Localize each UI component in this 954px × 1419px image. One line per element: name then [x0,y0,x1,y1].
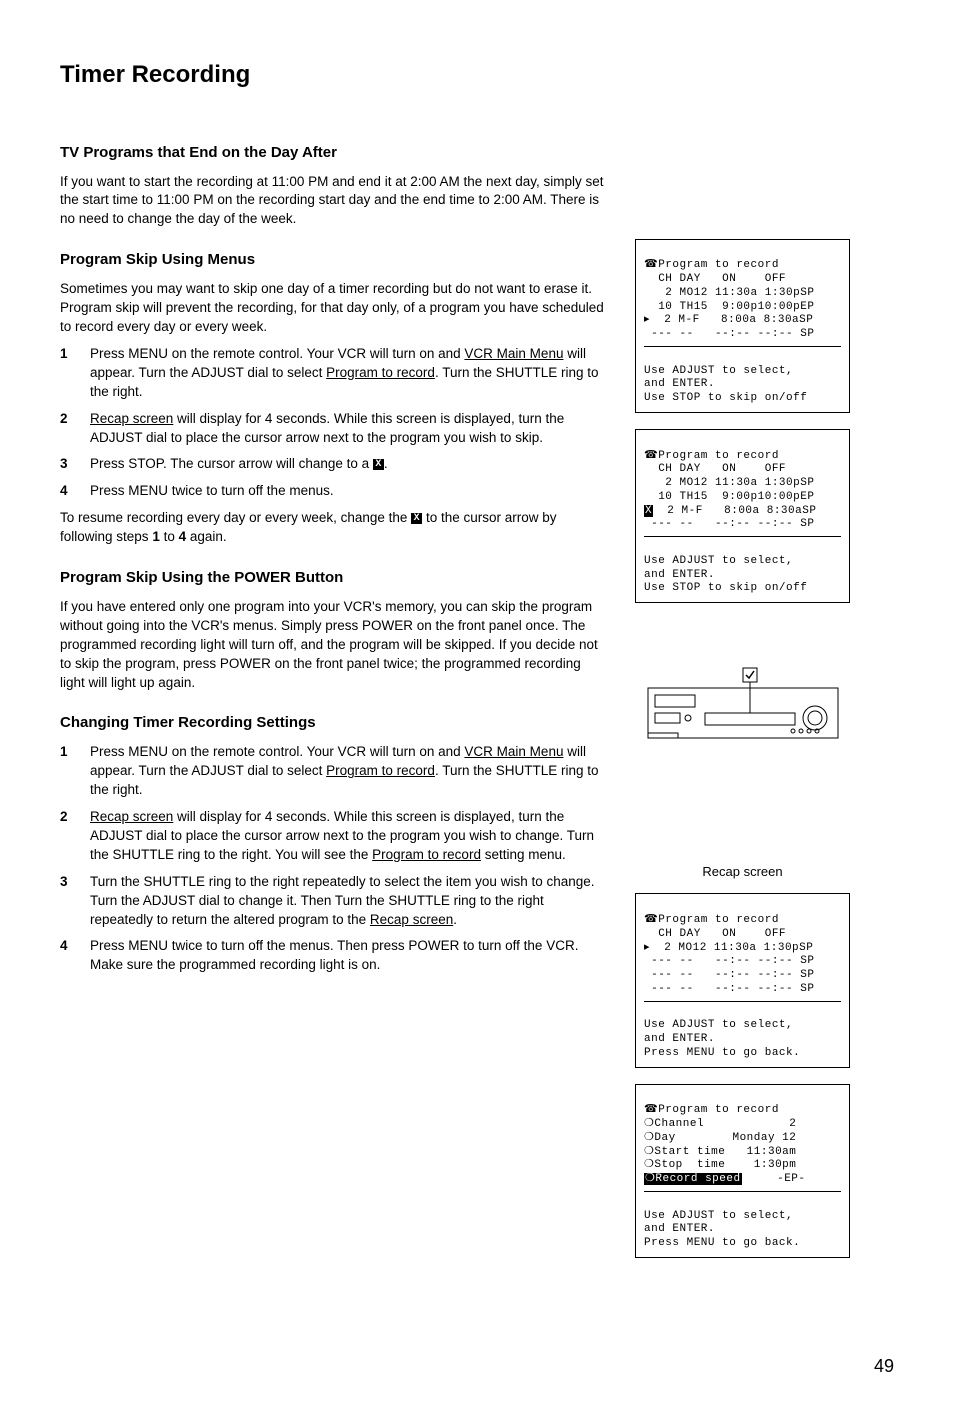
page-number: 49 [60,1354,894,1379]
list-item: 4 Press MENU twice to turn off the menus… [60,937,605,975]
step-text: Recap screen will display for 4 seconds.… [90,410,605,448]
heading-skip-power: Program Skip Using the POWER Button [60,567,605,588]
page-title: Timer Recording [60,58,894,92]
step-number: 3 [60,873,74,930]
step-text: Turn the SHUTTLE ring to the right repea… [90,873,605,930]
step-number: 4 [60,937,74,975]
list-item: 1 Press MENU on the remote control. Your… [60,345,605,402]
sidebar-column: ☎Program to record CH DAY ON OFF 2 MO12 … [635,122,850,1274]
paragraph-skip-intro: Sometimes you may want to skip one day o… [60,280,605,337]
step-number: 1 [60,345,74,402]
list-item: 3 Press STOP. The cursor arrow will chan… [60,455,605,474]
step-text: Press MENU twice to turn off the menus. … [90,937,605,975]
list-item: 1 Press MENU on the remote control. Your… [60,743,605,800]
step-text: Recap screen will display for 4 seconds.… [90,808,605,865]
recap-caption: Recap screen [635,863,850,881]
step-text: Press STOP. The cursor arrow will change… [90,455,605,474]
vcr-front-illustration [643,663,843,743]
list-item: 3 Turn the SHUTTLE ring to the right rep… [60,873,605,930]
step-number: 1 [60,743,74,800]
step-number: 3 [60,455,74,474]
heading-changing: Changing Timer Recording Settings [60,712,605,733]
step-number: 2 [60,808,74,865]
step-text: Press MENU on the remote control. Your V… [90,743,605,800]
paragraph-resume: To resume recording every day or every w… [60,509,605,547]
skip-menus-steps: 1 Press MENU on the remote control. Your… [60,345,605,501]
heading-day-after: TV Programs that End on the Day After [60,142,605,163]
paragraph-day-after: If you want to start the recording at 11… [60,173,605,230]
x-marker-icon: X [411,513,422,524]
list-item: 2 Recap screen will display for 4 second… [60,808,605,865]
osd-skip-after: ☎Program to record CH DAY ON OFF 2 MO12 … [635,429,850,603]
step-number: 2 [60,410,74,448]
osd-skip-before: ☎Program to record CH DAY ON OFF 2 MO12 … [635,239,850,413]
osd-recap: ☎Program to record CH DAY ON OFF ▸ 2 MO1… [635,893,850,1067]
changing-steps: 1 Press MENU on the remote control. Your… [60,743,605,975]
step-text: Press MENU on the remote control. Your V… [90,345,605,402]
x-marker-icon: X [644,505,653,517]
step-number: 4 [60,482,74,501]
heading-skip-menus: Program Skip Using Menus [60,249,605,270]
main-column: TV Programs that End on the Day After If… [60,122,605,1274]
paragraph-skip-power: If you have entered only one program int… [60,598,605,692]
list-item: 2 Recap screen will display for 4 second… [60,410,605,448]
step-text: Press MENU twice to turn off the menus. [90,482,605,501]
x-marker-icon: X [373,459,384,470]
list-item: 4 Press MENU twice to turn off the menus… [60,482,605,501]
osd-setting: ☎Program to record ❍Channel 2 ❍Day Monda… [635,1084,850,1258]
